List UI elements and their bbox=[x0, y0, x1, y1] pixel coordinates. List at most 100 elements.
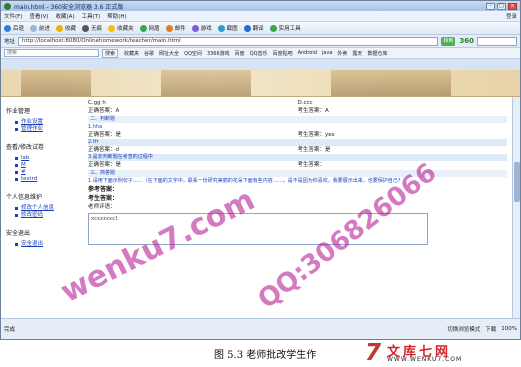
student-answer-label: 考生答案： bbox=[88, 195, 119, 202]
sidebar-title: 作业管理 bbox=[6, 108, 31, 115]
menu-favorites[interactable]: 收藏(A) bbox=[56, 12, 75, 20]
menu-help[interactable]: 帮助(H) bbox=[107, 12, 126, 20]
answer-row: 正确答案：d 考生答案：是 bbox=[88, 146, 507, 154]
sidebar-link-paper[interactable]: M bbox=[15, 162, 81, 169]
menu-view[interactable]: 查看(V) bbox=[29, 12, 48, 20]
close-button[interactable]: × bbox=[508, 2, 517, 10]
answer-row: 正确答案：A 考生答案：A bbox=[88, 107, 507, 115]
comment-label-row: 老师评语： bbox=[88, 203, 507, 211]
menu-bar: 文件(F) 查看(V) 收藏(A) 工具(T) 帮助(H) 登录 bbox=[1, 11, 520, 22]
fav-item[interactable]: 外卖 bbox=[337, 50, 347, 57]
fav-item[interactable]: 网址大全 bbox=[159, 50, 179, 57]
site-logo: 7 文库七网 WWW.WENKU7.COM bbox=[365, 341, 515, 366]
sidebar-link-paper[interactable]: lab bbox=[15, 155, 81, 162]
tools-icon bbox=[269, 24, 277, 32]
title-bar: main.html - 360安全浏览器 3.6 正式版 – □ × bbox=[1, 1, 520, 11]
bookmark-button[interactable]: 收藏 bbox=[56, 24, 76, 32]
scissors-icon bbox=[217, 24, 225, 32]
fav-item[interactable]: 露天 bbox=[352, 50, 362, 57]
menu-file[interactable]: 文件(F) bbox=[4, 12, 22, 20]
fav-item[interactable]: QQ音乐 bbox=[250, 50, 268, 57]
zoom-level[interactable]: 100% bbox=[501, 326, 517, 332]
window-title: main.html - 360安全浏览器 3.6 正式版 bbox=[14, 3, 124, 11]
student-answer: 考生答案：A bbox=[297, 108, 329, 114]
fav-item[interactable]: 谷歌 bbox=[144, 50, 154, 57]
option-d: D.ccc bbox=[297, 100, 313, 106]
search-input[interactable]: 搜索 bbox=[4, 49, 99, 57]
incognito-button[interactable]: 无痕 bbox=[82, 24, 102, 32]
maximize-button[interactable]: □ bbox=[497, 2, 506, 10]
address-bar: 地址 http://localhost:8080/Onlinehomework/… bbox=[1, 35, 520, 48]
sidebar-link-homework-settings[interactable]: 作业设置 bbox=[15, 119, 81, 126]
browser-logo-icon bbox=[4, 2, 11, 10]
mail-button[interactable]: 邮件 bbox=[165, 24, 186, 32]
sidebar-title: 查看/修改试卷 bbox=[6, 144, 45, 151]
favorites-bar: 搜索 搜索 收藏夹 谷歌 网址大全 QQ空间 3366游戏 百度 QQ音乐 百度… bbox=[1, 48, 520, 59]
sidebar-link-manage-homework[interactable]: 管理作业 bbox=[15, 126, 81, 133]
correct-answer: 正确答案：d bbox=[88, 147, 119, 153]
scrollbar-thumb[interactable] bbox=[514, 162, 520, 202]
back-icon bbox=[4, 24, 11, 32]
fav-item[interactable]: 百度贴吧 bbox=[273, 50, 293, 57]
browser-window: main.html - 360安全浏览器 3.6 正式版 – □ × 文件(F)… bbox=[0, 0, 521, 340]
address-input[interactable]: http://localhost:8080/Onlinehomework/tea… bbox=[18, 36, 439, 46]
incognito-icon bbox=[82, 24, 90, 32]
translate-button[interactable]: 翻译 bbox=[243, 24, 264, 32]
search-button[interactable]: 搜索 bbox=[102, 48, 119, 58]
translate-icon bbox=[243, 24, 251, 32]
favorites-button[interactable]: 收藏夹 bbox=[108, 24, 134, 32]
sidebar-link-change-password[interactable]: 修改密码 bbox=[15, 212, 81, 219]
shield-button[interactable]: 网盾 bbox=[139, 24, 160, 32]
sidebar-link-paper[interactable]: # bbox=[15, 169, 81, 176]
section-true-false: 二、判断题 bbox=[88, 116, 507, 123]
question-text: 1.hha bbox=[88, 124, 103, 130]
google-search-input[interactable] bbox=[477, 36, 517, 46]
go-button[interactable]: 转到 bbox=[441, 36, 456, 46]
question-text: 2.tfr bbox=[88, 139, 507, 146]
download-button[interactable]: 下载 bbox=[485, 325, 496, 333]
logo-url: WWW.WENKU7.COM bbox=[387, 356, 463, 363]
fav-item[interactable]: 收藏夹 bbox=[124, 50, 139, 57]
fav-item[interactable]: 数据仓库 bbox=[367, 50, 387, 57]
browse-mode-toggle[interactable]: 切换浏览模式 bbox=[447, 325, 480, 333]
page-scrollbar[interactable] bbox=[512, 97, 520, 319]
sidebar-link-edit-profile[interactable]: 修改个人信息 bbox=[15, 205, 81, 212]
answer-row: 正确答案：是 考生答案： bbox=[88, 161, 507, 169]
status-bar: 完成 切换浏览模式 下载 100% bbox=[1, 318, 520, 339]
forward-button[interactable]: 前进 bbox=[30, 24, 50, 32]
address-label: 地址 bbox=[4, 39, 16, 45]
student-answer: 考生答案： bbox=[297, 162, 326, 168]
sidebar-link-logout[interactable]: 安全退出 bbox=[15, 241, 81, 248]
fav-item[interactable]: 3366游戏 bbox=[207, 50, 230, 57]
back-button[interactable]: 后退 bbox=[4, 24, 24, 32]
favorites-icon bbox=[108, 24, 116, 32]
star-icon bbox=[56, 24, 64, 32]
sidebar-title: 安全退出 bbox=[6, 230, 31, 237]
fav-item[interactable]: QQ空间 bbox=[184, 50, 202, 57]
option-c: C.gg h bbox=[88, 100, 106, 106]
student-answer: 考生答案：yes bbox=[297, 132, 335, 138]
options-row: C.gg h D.ccc bbox=[88, 99, 507, 107]
logo-mark: 7 bbox=[365, 340, 382, 366]
page-viewport: 作业管理 作业设置 管理作业 查看/修改试卷 lab M # testrd 个人… bbox=[1, 70, 520, 319]
minimize-button[interactable]: – bbox=[486, 2, 495, 10]
question-text: 1.请用下面示例句子……（在下面的文字中，联系一份研究美丽的花朵下面有些内容……… bbox=[88, 178, 401, 184]
tools-button[interactable]: 实用工具 bbox=[269, 24, 301, 32]
screenshot-button[interactable]: 截图 bbox=[217, 24, 238, 32]
banner-book-image bbox=[331, 70, 451, 96]
fav-item[interactable]: Android bbox=[298, 50, 317, 56]
fav-item[interactable]: 百度 bbox=[235, 50, 245, 57]
login-link[interactable]: 登录 bbox=[506, 12, 517, 20]
forward-icon bbox=[30, 24, 38, 32]
caption-text: 图 5.3 老师批改学生作 bbox=[214, 350, 317, 361]
figure-caption: 图 5.3 老师批改学生作 7 文库七网 WWW.WENKU7.COM bbox=[0, 340, 521, 367]
game-button[interactable]: 游戏 bbox=[191, 24, 212, 32]
sidebar-link-paper[interactable]: testrd bbox=[15, 176, 81, 183]
shield-icon bbox=[139, 24, 147, 32]
fav-item[interactable]: java bbox=[322, 50, 332, 56]
correct-answer: 正确答案：是 bbox=[88, 162, 122, 168]
status-text: 完成 bbox=[4, 327, 16, 333]
section-short-answer: 三、简答题 bbox=[88, 170, 507, 177]
reference-answer-label: 参考答案： bbox=[88, 186, 119, 193]
menu-tools[interactable]: 工具(T) bbox=[82, 12, 101, 20]
